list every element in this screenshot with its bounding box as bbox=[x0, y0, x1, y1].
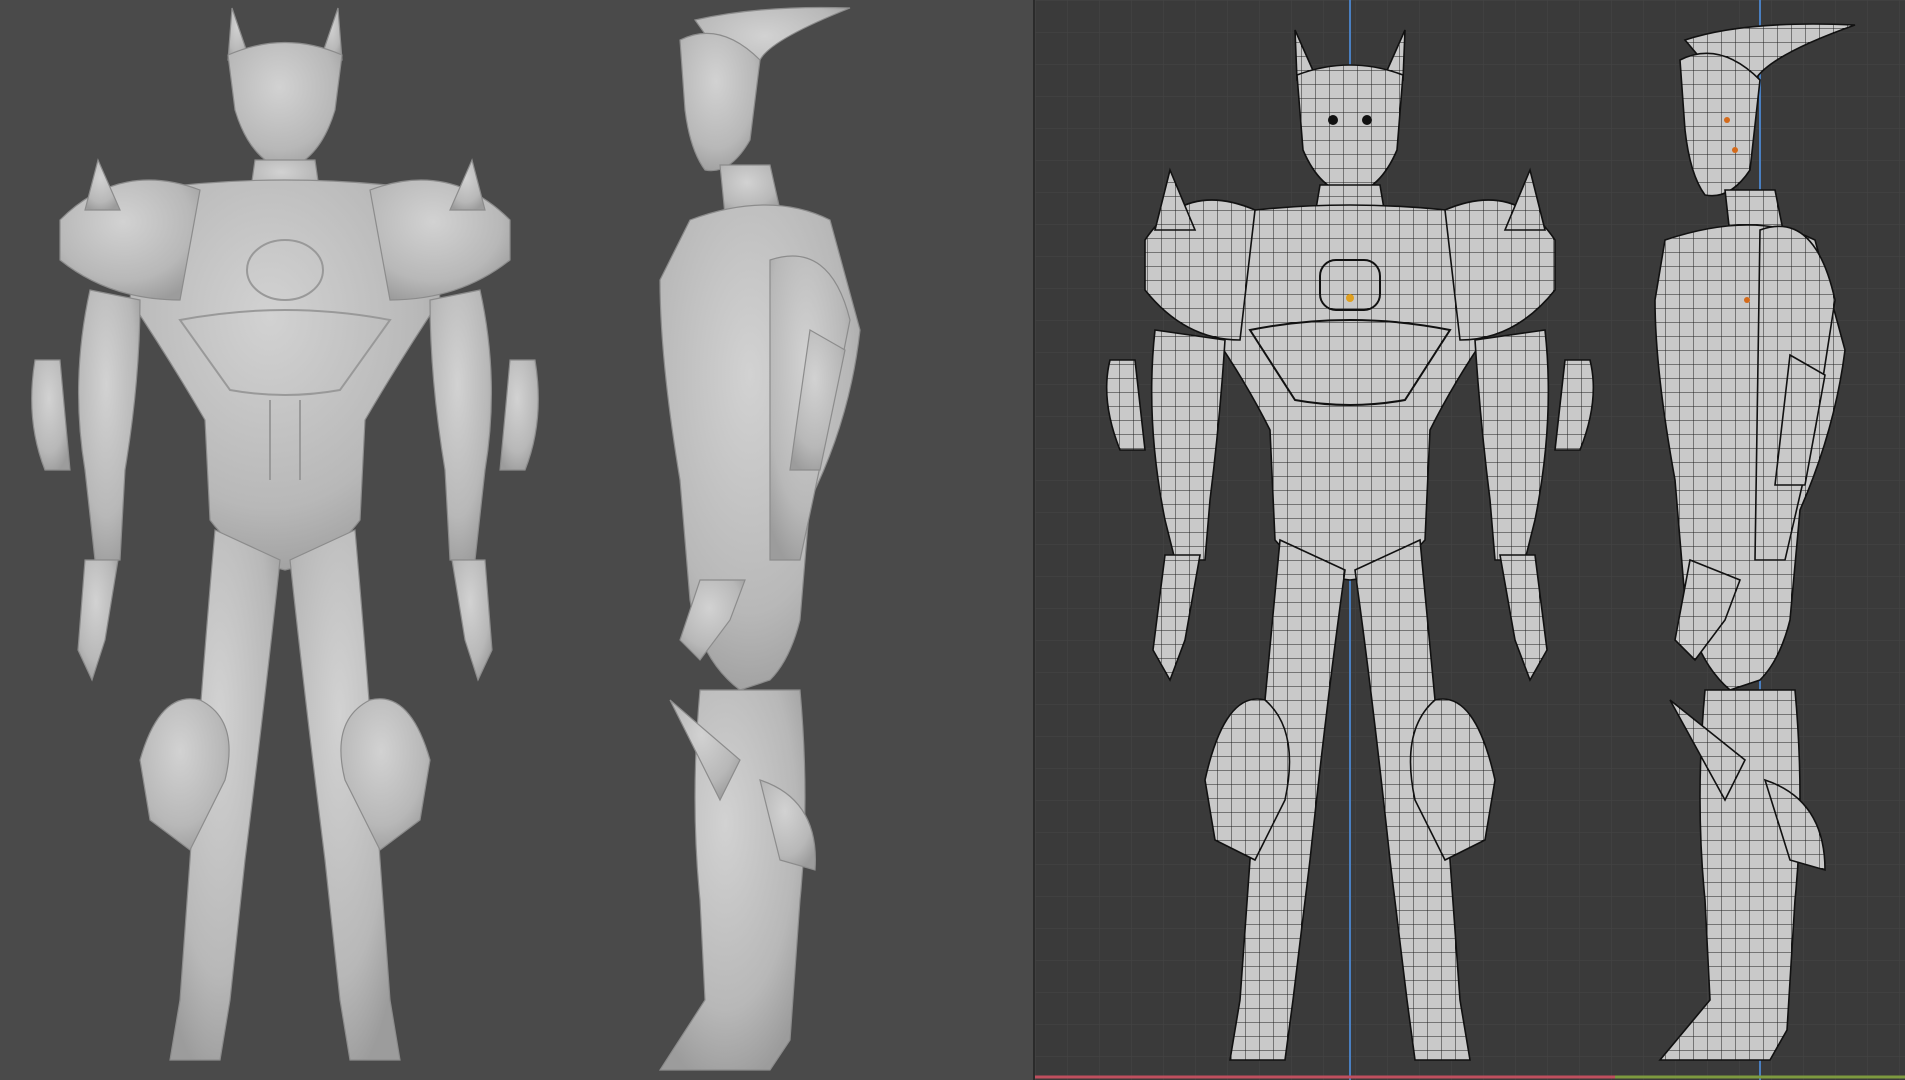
sculpt-canvas bbox=[0, 0, 1035, 1080]
reference-sheet bbox=[0, 0, 1905, 1080]
wireframe-viewport[interactable] bbox=[1035, 0, 1905, 1080]
sculpt-viewport[interactable] bbox=[0, 0, 1035, 1080]
selected-vertex-marker bbox=[1346, 294, 1354, 302]
wireframe-canvas bbox=[1035, 0, 1905, 1080]
